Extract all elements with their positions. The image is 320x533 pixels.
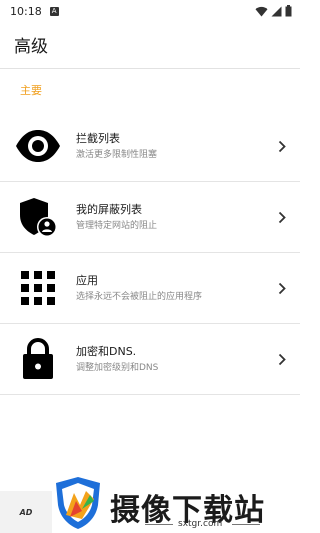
status-bar: 10:18 A (0, 0, 300, 22)
ad-badge[interactable]: AD (0, 491, 52, 533)
item-subtitle: 调整加密级别和DNS (76, 362, 159, 373)
app-bar: 高级 (0, 22, 300, 66)
list-item-my-blocklist[interactable]: 我的屏蔽列表 管理特定网站的阻止 (0, 182, 300, 253)
chevron-right-icon (264, 211, 300, 224)
cellular-icon (271, 6, 282, 16)
status-time: 10:18 (10, 4, 42, 18)
watermark-divider (145, 524, 173, 525)
section-header: 主要 (0, 69, 300, 111)
list-item-blocklists[interactable]: 拦截列表 激活更多限制性阻塞 (0, 111, 300, 182)
item-subtitle: 选择永远不会被阻止的应用程序 (76, 291, 203, 302)
list-item-encryption-dns[interactable]: 加密和DNS. 调整加密级别和DNS (0, 324, 300, 395)
lock-icon (0, 338, 76, 380)
chevron-right-icon (264, 140, 300, 153)
ad-banner: AD 摄像下载站 sxtgr.com (0, 477, 300, 533)
item-subtitle: 管理特定网站的阻止 (76, 220, 158, 231)
item-title: 我的屏蔽列表 (76, 202, 142, 216)
chevron-right-icon (264, 353, 300, 366)
apps-grid-icon (0, 271, 76, 305)
watermark-logo-icon (56, 477, 100, 529)
list-item-apps[interactable]: 应用 选择永远不会被阻止的应用程序 (0, 253, 300, 324)
status-icons (255, 5, 292, 17)
item-title: 拦截列表 (76, 131, 120, 145)
shield-user-icon (0, 196, 76, 238)
watermark-divider (232, 524, 260, 525)
eye-icon (0, 129, 76, 163)
notification-icon: A (49, 6, 59, 16)
ad-label: AD (19, 507, 33, 517)
wifi-icon (255, 6, 268, 17)
chevron-right-icon (264, 282, 300, 295)
page-title: 高级 (14, 36, 48, 57)
item-title: 应用 (76, 273, 98, 287)
watermark-url: sxtgr.com (178, 519, 223, 529)
section-label: 主要 (20, 84, 42, 97)
item-title: 加密和DNS. (76, 344, 137, 358)
battery-icon (285, 5, 292, 17)
item-subtitle: 激活更多限制性阻塞 (76, 149, 158, 160)
